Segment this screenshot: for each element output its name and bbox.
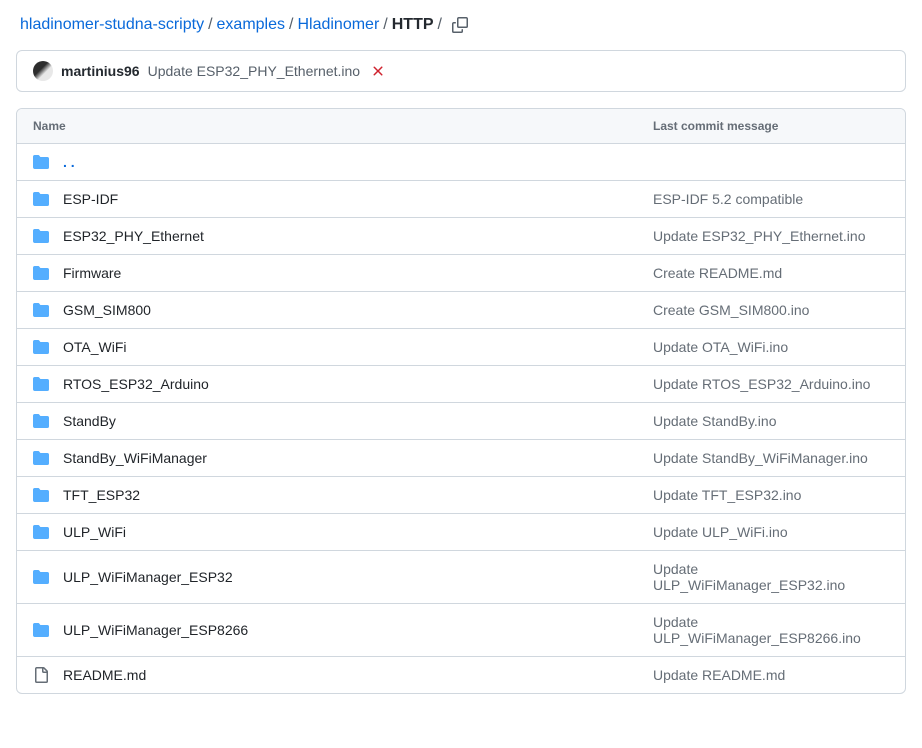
commit-author[interactable]: martinius96 <box>61 63 140 79</box>
folder-icon <box>33 413 49 429</box>
table-row[interactable]: TFT_ESP32 Update TFT_ESP32.ino <box>17 477 905 514</box>
folder-icon <box>33 154 49 170</box>
item-name[interactable]: StandBy_WiFiManager <box>63 450 207 466</box>
commit-message-cell[interactable]: Update StandBy.ino <box>653 413 889 429</box>
table-row[interactable]: GSM_SIM800 Create GSM_SIM800.ino <box>17 292 905 329</box>
folder-icon <box>33 376 49 392</box>
breadcrumb-link[interactable]: Hladinomer <box>297 16 379 34</box>
table-row[interactable]: StandBy_WiFiManager Update StandBy_WiFiMa… <box>17 440 905 477</box>
latest-commit-bar[interactable]: martinius96 Update ESP32_PHY_Ethernet.in… <box>16 50 906 92</box>
folder-icon <box>33 569 49 585</box>
table-row[interactable]: StandBy Update StandBy.ino <box>17 403 905 440</box>
table-row[interactable]: OTA_WiFi Update OTA_WiFi.ino <box>17 329 905 366</box>
commit-message-cell[interactable]: Update TFT_ESP32.ino <box>653 487 889 503</box>
commit-message-cell[interactable]: Update README.md <box>653 667 889 683</box>
item-name[interactable]: GSM_SIM800 <box>63 302 151 318</box>
file-icon <box>33 667 49 683</box>
folder-icon <box>33 191 49 207</box>
table-row[interactable]: Firmware Create README.md <box>17 255 905 292</box>
table-row[interactable]: RTOS_ESP32_Arduino Update RTOS_ESP32_Ardu… <box>17 366 905 403</box>
breadcrumb-separator: / <box>289 16 293 34</box>
item-name[interactable]: README.md <box>63 667 146 683</box>
breadcrumb-link[interactable]: examples <box>217 16 285 34</box>
table-row[interactable]: README.md Update README.md <box>17 657 905 693</box>
table-header: Name Last commit message <box>17 109 905 144</box>
item-name[interactable]: OTA_WiFi <box>63 339 127 355</box>
commit-message-cell[interactable]: Update ESP32_PHY_Ethernet.ino <box>653 228 889 244</box>
table-row[interactable]: ESP32_PHY_Ethernet Update ESP32_PHY_Ether… <box>17 218 905 255</box>
commit-message-cell[interactable]: Update ULP_WiFiManager_ESP8266.ino <box>653 614 889 646</box>
breadcrumb-link[interactable]: hladinomer-studna-scripty <box>20 16 204 34</box>
commit-message-cell[interactable]: Update ULP_WiFiManager_ESP32.ino <box>653 561 889 593</box>
item-name[interactable]: ULP_WiFiManager_ESP32 <box>63 569 233 585</box>
breadcrumb-separator: / <box>383 16 387 34</box>
folder-icon <box>33 339 49 355</box>
item-name[interactable]: ESP32_PHY_Ethernet <box>63 228 204 244</box>
breadcrumb-current: HTTP <box>392 16 434 34</box>
item-name[interactable]: RTOS_ESP32_Arduino <box>63 376 209 392</box>
folder-icon <box>33 450 49 466</box>
commit-message[interactable]: Update ESP32_PHY_Ethernet.ino <box>148 63 360 79</box>
folder-icon <box>33 302 49 318</box>
table-row[interactable]: ULP_WiFiManager_ESP8266 Update ULP_WiFiMa… <box>17 604 905 657</box>
item-name[interactable]: ESP-IDF <box>63 191 118 207</box>
avatar[interactable] <box>33 61 53 81</box>
copy-icon[interactable] <box>452 17 468 33</box>
folder-icon <box>33 524 49 540</box>
commit-message-cell[interactable]: Update RTOS_ESP32_Arduino.ino <box>653 376 889 392</box>
parent-directory-row[interactable]: . . <box>17 144 905 181</box>
commit-message-cell[interactable]: Create GSM_SIM800.ino <box>653 302 889 318</box>
breadcrumb: hladinomer-studna-scripty / examples / H… <box>16 16 906 34</box>
folder-icon <box>33 265 49 281</box>
item-name[interactable]: TFT_ESP32 <box>63 487 140 503</box>
breadcrumb-separator: / <box>208 16 212 34</box>
item-name[interactable]: ULP_WiFiManager_ESP8266 <box>63 622 248 638</box>
item-name[interactable]: ULP_WiFi <box>63 524 126 540</box>
folder-icon <box>33 622 49 638</box>
table-row[interactable]: ESP-IDF ESP-IDF 5.2 compatible <box>17 181 905 218</box>
commit-message-cell[interactable]: Update StandBy_WiFiManager.ino <box>653 450 889 466</box>
commit-message-cell[interactable]: Update ULP_WiFi.ino <box>653 524 889 540</box>
commit-message-cell[interactable]: Create README.md <box>653 265 889 281</box>
file-list: Name Last commit message . .ESP-IDFESP-I… <box>16 108 906 694</box>
column-header-name: Name <box>33 119 653 133</box>
folder-icon <box>33 228 49 244</box>
commit-message-cell[interactable]: ESP-IDF 5.2 compatible <box>653 191 889 207</box>
item-name[interactable]: Firmware <box>63 265 121 281</box>
item-name[interactable]: StandBy <box>63 413 116 429</box>
commit-message-cell[interactable]: Update OTA_WiFi.ino <box>653 339 889 355</box>
table-row[interactable]: ULP_WiFi Update ULP_WiFi.ino <box>17 514 905 551</box>
column-header-commit: Last commit message <box>653 119 889 133</box>
item-name: . . <box>63 154 75 170</box>
status-fail-icon[interactable] <box>370 63 386 79</box>
table-row[interactable]: ULP_WiFiManager_ESP32 Update ULP_WiFiMana… <box>17 551 905 604</box>
folder-icon <box>33 487 49 503</box>
breadcrumb-separator: / <box>438 16 442 34</box>
